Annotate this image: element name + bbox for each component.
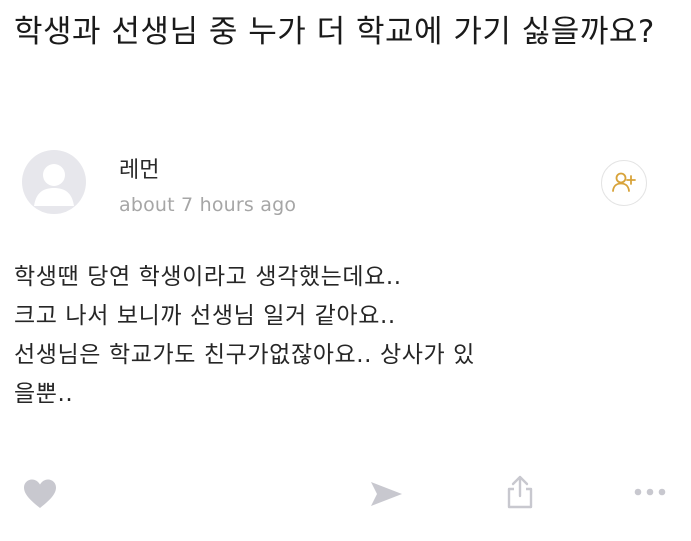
question-title: 학생과 선생님 중 누가 더 학교에 가기 싫을까요? — [14, 14, 655, 50]
author-name[interactable]: 레먼 — [119, 152, 159, 184]
share-button[interactable] — [500, 472, 540, 512]
more-options-button[interactable] — [630, 480, 670, 504]
answer-author-row: 레먼 about 7 hours ago — [22, 148, 672, 228]
add-user-icon — [612, 172, 636, 192]
send-button[interactable] — [366, 478, 406, 510]
answer-body: 학생땐 당연 학생이라고 생각했는데요.. 크고 나서 보니까 선생님 일거 같… — [14, 258, 678, 414]
answer-timestamp: about 7 hours ago — [119, 194, 297, 216]
like-button[interactable] — [20, 474, 60, 514]
answer-text-line: 학생땐 당연 학생이라고 생각했는데요.. — [14, 264, 402, 290]
more-horizontal-icon — [634, 488, 666, 496]
follow-button[interactable] — [601, 160, 647, 206]
answer-action-bar — [0, 470, 691, 520]
answer-text-line: 을뿐.. — [14, 381, 74, 407]
heart-icon — [24, 479, 56, 508]
default-avatar-icon[interactable] — [22, 150, 86, 214]
share-upload-icon — [507, 475, 533, 509]
send-icon — [371, 482, 402, 506]
answer-text-line: 크고 나서 보니까 선생님 일거 같아요.. — [14, 303, 396, 329]
answer-text-line: 선생님은 학교가도 친구가없잖아요.. 상사가 있 — [14, 342, 475, 368]
